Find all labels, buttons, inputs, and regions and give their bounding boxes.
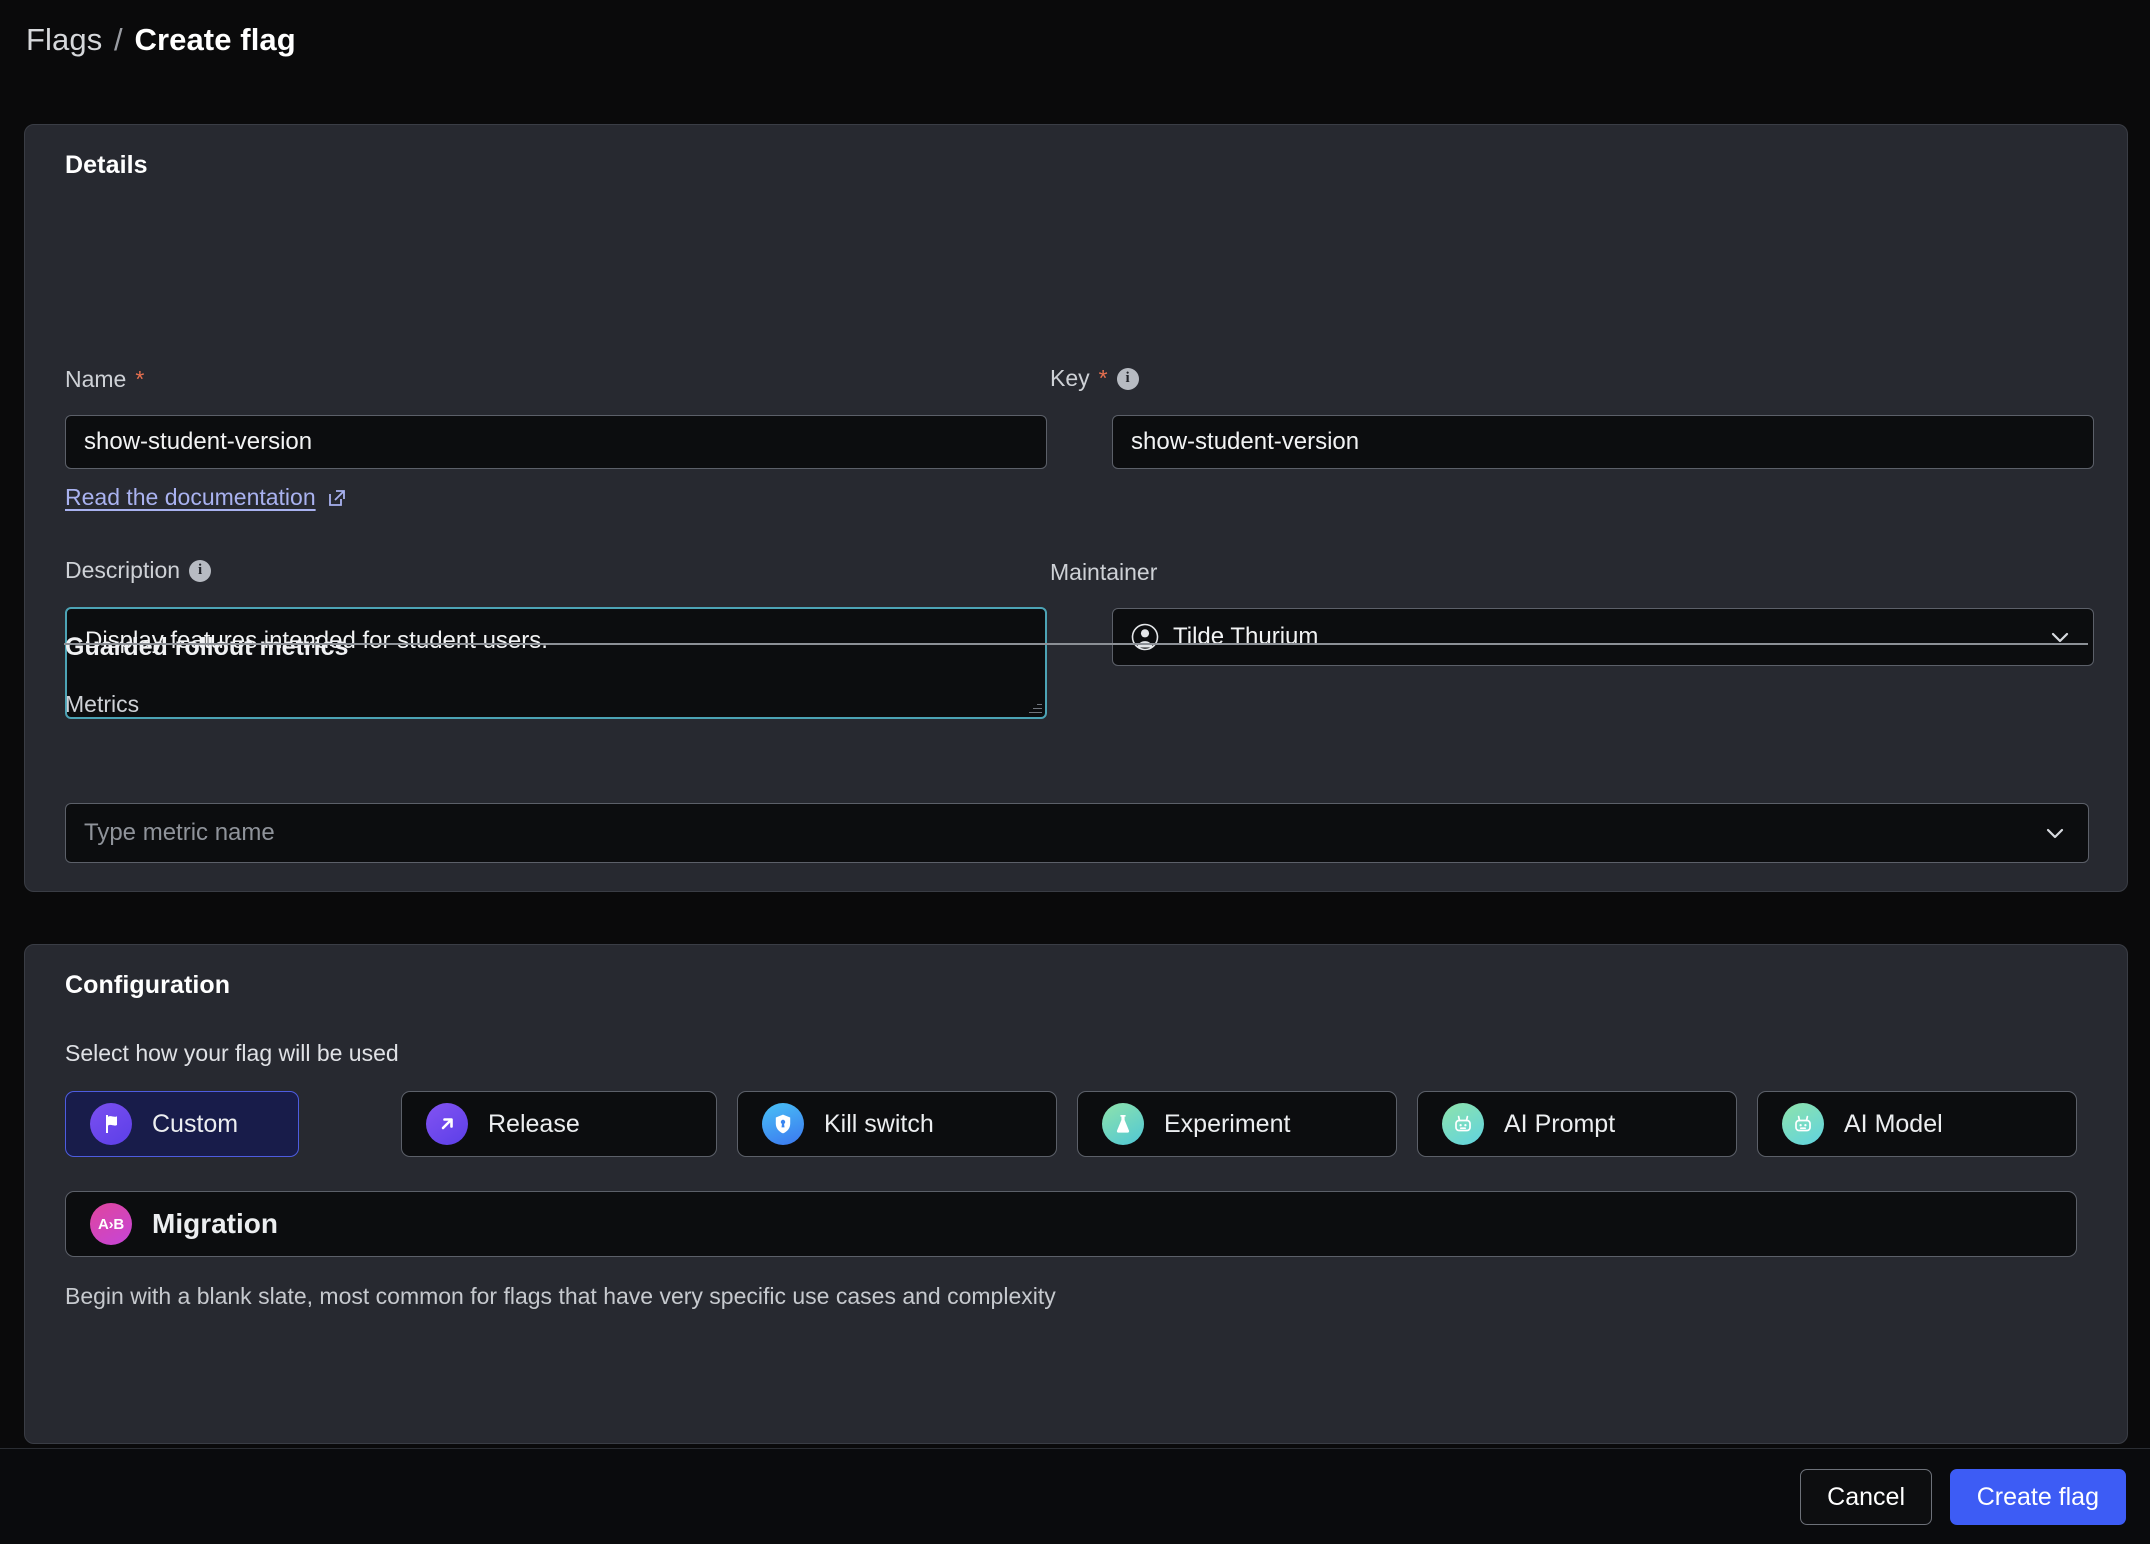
flask-icon [1102, 1103, 1144, 1145]
breadcrumb-flags-link[interactable]: Flags [26, 22, 102, 57]
flag-icon [90, 1103, 132, 1145]
breadcrumb: Flags / Create flag [26, 22, 296, 58]
flag-type-label: AI Model [1844, 1109, 1943, 1138]
chevron-down-icon[interactable] [2040, 818, 2070, 848]
key-label-text: Key [1050, 365, 1090, 391]
key-input[interactable] [1112, 415, 2094, 469]
metrics-select[interactable]: Type metric name [65, 803, 2089, 863]
flag-type-ai-model[interactable]: AI Model [1757, 1091, 2077, 1157]
info-icon[interactable]: i [1116, 367, 1139, 390]
description-label: Description i [65, 557, 212, 584]
configuration-description: Begin with a blank slate, most common fo… [65, 1283, 1056, 1309]
info-icon[interactable]: i [189, 559, 212, 582]
name-label: Name * [65, 366, 144, 393]
maintainer-select[interactable]: Tilde Thurium [1112, 608, 2094, 666]
read-documentation-link[interactable]: Read the documentation [65, 484, 348, 511]
external-link-icon [326, 487, 348, 509]
arrow-up-right-icon [426, 1103, 468, 1145]
a-to-b-icon: A›B [90, 1203, 132, 1245]
user-avatar-icon [1131, 623, 1159, 651]
name-required-marker: * [135, 366, 145, 392]
description-field-wrapper[interactable]: Display features intended for student us… [65, 607, 1047, 719]
flag-type-label: Experiment [1164, 1109, 1291, 1138]
flag-type-custom[interactable]: Custom [65, 1091, 299, 1157]
flag-type-label: Migration [152, 1208, 278, 1239]
details-title: Details [65, 151, 148, 179]
a-to-b-badge-text: A›B [97, 1215, 125, 1233]
chevron-down-icon[interactable] [2045, 622, 2075, 652]
configuration-prompt: Select how your flag will be used [65, 1040, 399, 1066]
cancel-button[interactable]: Cancel [1800, 1469, 1932, 1525]
flag-type-kill-switch[interactable]: Kill switch [737, 1091, 1057, 1157]
flag-type-migration[interactable]: A›B Migration [65, 1191, 2077, 1257]
metrics-label-text: Metrics [65, 691, 140, 717]
maintainer-label-text: Maintainer [1050, 559, 1158, 585]
section-divider [64, 643, 2088, 645]
description-textarea[interactable]: Display features intended for student us… [67, 609, 1045, 717]
name-label-text: Name [65, 366, 127, 392]
read-documentation-label: Read the documentation [65, 484, 316, 510]
breadcrumb-current-page: Create flag [134, 22, 296, 57]
flag-type-label: AI Prompt [1504, 1109, 1616, 1138]
guarded-rollout-title: Guarded rollout metrics [65, 633, 349, 661]
flag-type-label: Custom [152, 1109, 239, 1138]
flag-type-label: Kill switch [824, 1109, 934, 1138]
configuration-title: Configuration [65, 971, 231, 999]
flag-type-release[interactable]: Release [401, 1091, 717, 1157]
flag-type-experiment[interactable]: Experiment [1077, 1091, 1397, 1157]
create-flag-page: Flags / Create flag Details Name * Read … [0, 0, 2150, 1544]
name-input[interactable] [65, 415, 1047, 469]
create-flag-button[interactable]: Create flag [1949, 1469, 2126, 1525]
breadcrumb-separator: / [114, 22, 123, 57]
flag-type-ai-prompt[interactable]: AI Prompt [1417, 1091, 1737, 1157]
footer-action-bar: Cancel Create flag [0, 1448, 2150, 1544]
key-required-marker: * [1098, 365, 1108, 391]
maintainer-selected-value: Tilde Thurium [1173, 623, 1319, 650]
metrics-label: Metrics [65, 691, 139, 718]
flag-type-label: Release [488, 1109, 580, 1138]
robot-icon [1442, 1103, 1484, 1145]
maintainer-label: Maintainer [1050, 559, 1157, 586]
metrics-placeholder: Type metric name [84, 819, 275, 846]
shield-lock-icon [762, 1103, 804, 1145]
configuration-card: Configuration Select how your flag will … [24, 944, 2128, 1444]
description-label-text: Description [65, 557, 181, 583]
details-card: Details Name * Read the documentation Ke… [24, 124, 2128, 892]
key-label: Key * i [1050, 365, 1139, 392]
robot-icon [1782, 1103, 1824, 1145]
